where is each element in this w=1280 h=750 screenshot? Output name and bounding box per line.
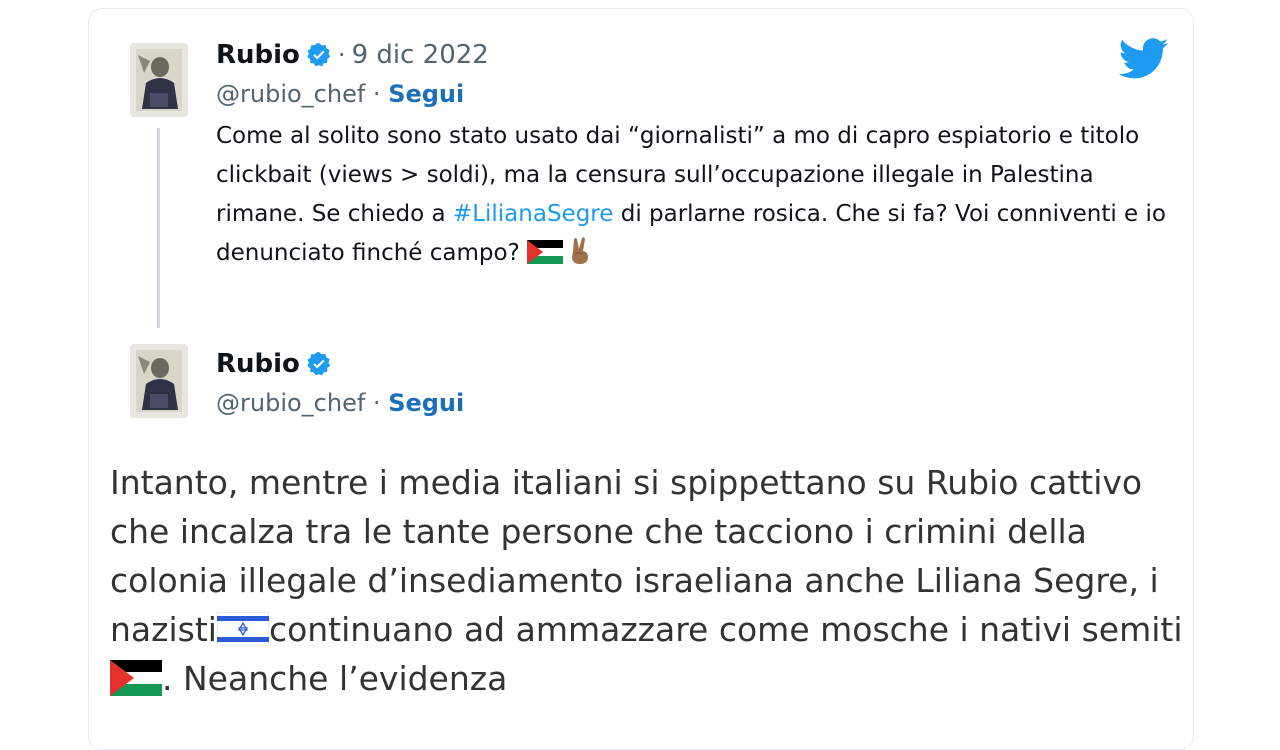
avatar[interactable] — [130, 344, 188, 418]
avatar[interactable] — [130, 43, 188, 117]
reply-header: Rubio — [216, 347, 332, 381]
quoted-handle-line: @rubio_chef · Segui — [216, 80, 464, 108]
handle-separator: · — [365, 80, 389, 108]
tweet-text-part: continuano ad ammazzare come mosche i na… — [268, 610, 1183, 649]
victory-hand-emoji — [567, 236, 593, 266]
separator-dot: · — [337, 41, 346, 69]
hashtag-link[interactable]: #LilianaSegre — [453, 201, 613, 227]
author-name[interactable]: Rubio — [216, 40, 300, 70]
verified-badge-icon — [306, 42, 332, 68]
author-handle[interactable]: @rubio_chef — [216, 80, 365, 108]
reply-handle-line: @rubio_chef · Segui — [216, 389, 464, 417]
author-handle[interactable]: @rubio_chef — [216, 389, 365, 417]
palestine-flag-emoji — [527, 238, 564, 264]
verified-badge-icon — [306, 351, 332, 377]
handle-separator: · — [365, 389, 389, 417]
israel-flag-emoji — [216, 610, 270, 647]
author-name[interactable]: Rubio — [216, 349, 300, 379]
tweet-text: Intanto, mentre i media italiani si spip… — [110, 458, 1210, 703]
tweet-date[interactable]: 9 dic 2022 — [352, 40, 489, 70]
twitter-bird-icon[interactable] — [1118, 38, 1170, 80]
follow-button[interactable]: Segui — [388, 80, 464, 108]
quoted-header: Rubio · 9 dic 2022 — [216, 38, 489, 72]
follow-button[interactable]: Segui — [388, 389, 464, 417]
tweet-text-part: . Neanche l’evidenza — [162, 659, 508, 698]
thread-connector — [157, 128, 160, 328]
quoted-tweet-text: Come al solito sono stato usato dai “gio… — [216, 117, 1176, 273]
palestine-flag-emoji — [110, 660, 162, 696]
